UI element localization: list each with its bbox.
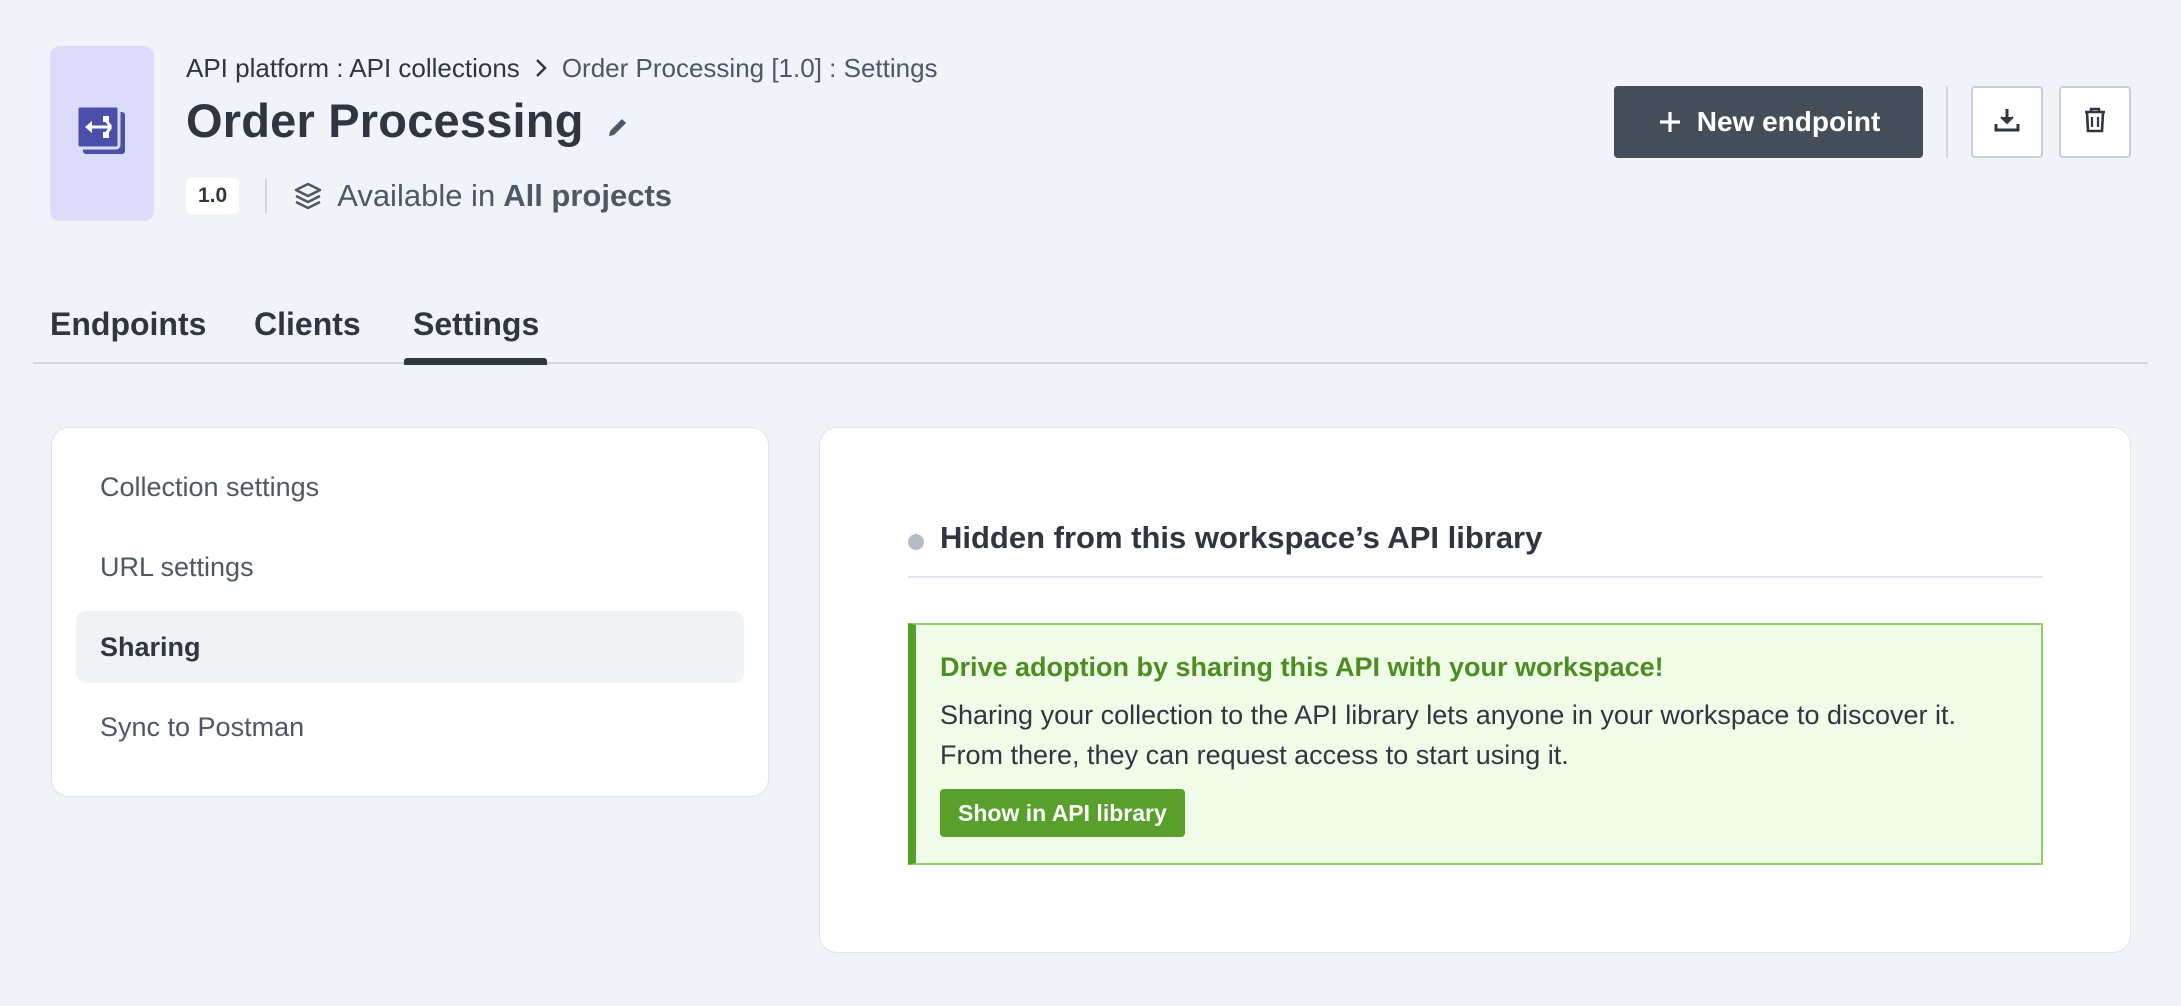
settings-nav-collection-settings[interactable]: Collection settings xyxy=(76,451,744,523)
trash-icon xyxy=(2082,106,2108,139)
download-button[interactable] xyxy=(1971,86,2043,158)
tab-settings[interactable]: Settings xyxy=(403,300,548,365)
api-collection-settings-page: API platform : API collections Order Pro… xyxy=(0,0,2181,1006)
new-endpoint-button[interactable]: New endpoint xyxy=(1614,86,1923,158)
pencil-icon[interactable] xyxy=(606,115,630,139)
page-title: Order Processing xyxy=(186,93,584,147)
sharing-status-text: Hidden from this workspace’s API library xyxy=(940,520,1543,555)
api-collection-icon xyxy=(75,104,129,163)
new-endpoint-label: New endpoint xyxy=(1696,106,1881,137)
meta-row: 1.0 Available in All projects xyxy=(186,176,672,216)
chevron-right-icon xyxy=(534,58,548,78)
title-row: Order Processing xyxy=(186,92,630,148)
sharing-status: Hidden from this workspace’s API library xyxy=(908,520,2043,578)
settings-nav-sync-to-postman[interactable]: Sync to Postman xyxy=(76,691,744,763)
settings-nav: Collection settings URL settings Sharing… xyxy=(51,427,769,797)
breadcrumb-current: Order Processing [1.0] : Settings xyxy=(561,52,938,83)
availability-prefix: Available in xyxy=(337,178,496,213)
collection-icon-tile xyxy=(50,46,154,221)
show-in-api-library-button[interactable]: Show in API library xyxy=(940,789,1185,837)
settings-nav-sharing[interactable]: Sharing xyxy=(76,611,744,683)
settings-nav-url-settings[interactable]: URL settings xyxy=(76,531,744,603)
status-dot-icon xyxy=(908,534,924,550)
tab-clients[interactable]: Clients xyxy=(254,300,361,362)
availability-scope: All projects xyxy=(503,178,673,213)
tab-bar: Endpoints Clients Settings xyxy=(33,300,2148,365)
callout-body: Sharing your collection to the API libra… xyxy=(940,700,1957,770)
delete-button[interactable] xyxy=(2059,86,2131,158)
version-badge: 1.0 xyxy=(186,178,240,214)
plus-icon xyxy=(1657,109,1683,135)
sharing-panel: Hidden from this workspace’s API library… xyxy=(819,427,2131,953)
sharing-callout: Drive adoption by sharing this API with … xyxy=(908,623,2043,865)
layers-icon xyxy=(293,181,323,211)
tab-endpoints[interactable]: Endpoints xyxy=(50,300,206,362)
breadcrumb-parent-link[interactable]: API platform : API collections xyxy=(186,53,520,84)
download-icon xyxy=(1993,106,2021,139)
meta-divider xyxy=(265,179,268,213)
action-divider xyxy=(1946,86,1948,158)
breadcrumb: API platform : API collections Order Pro… xyxy=(186,50,938,86)
callout-title: Drive adoption by sharing this API with … xyxy=(940,652,1664,682)
